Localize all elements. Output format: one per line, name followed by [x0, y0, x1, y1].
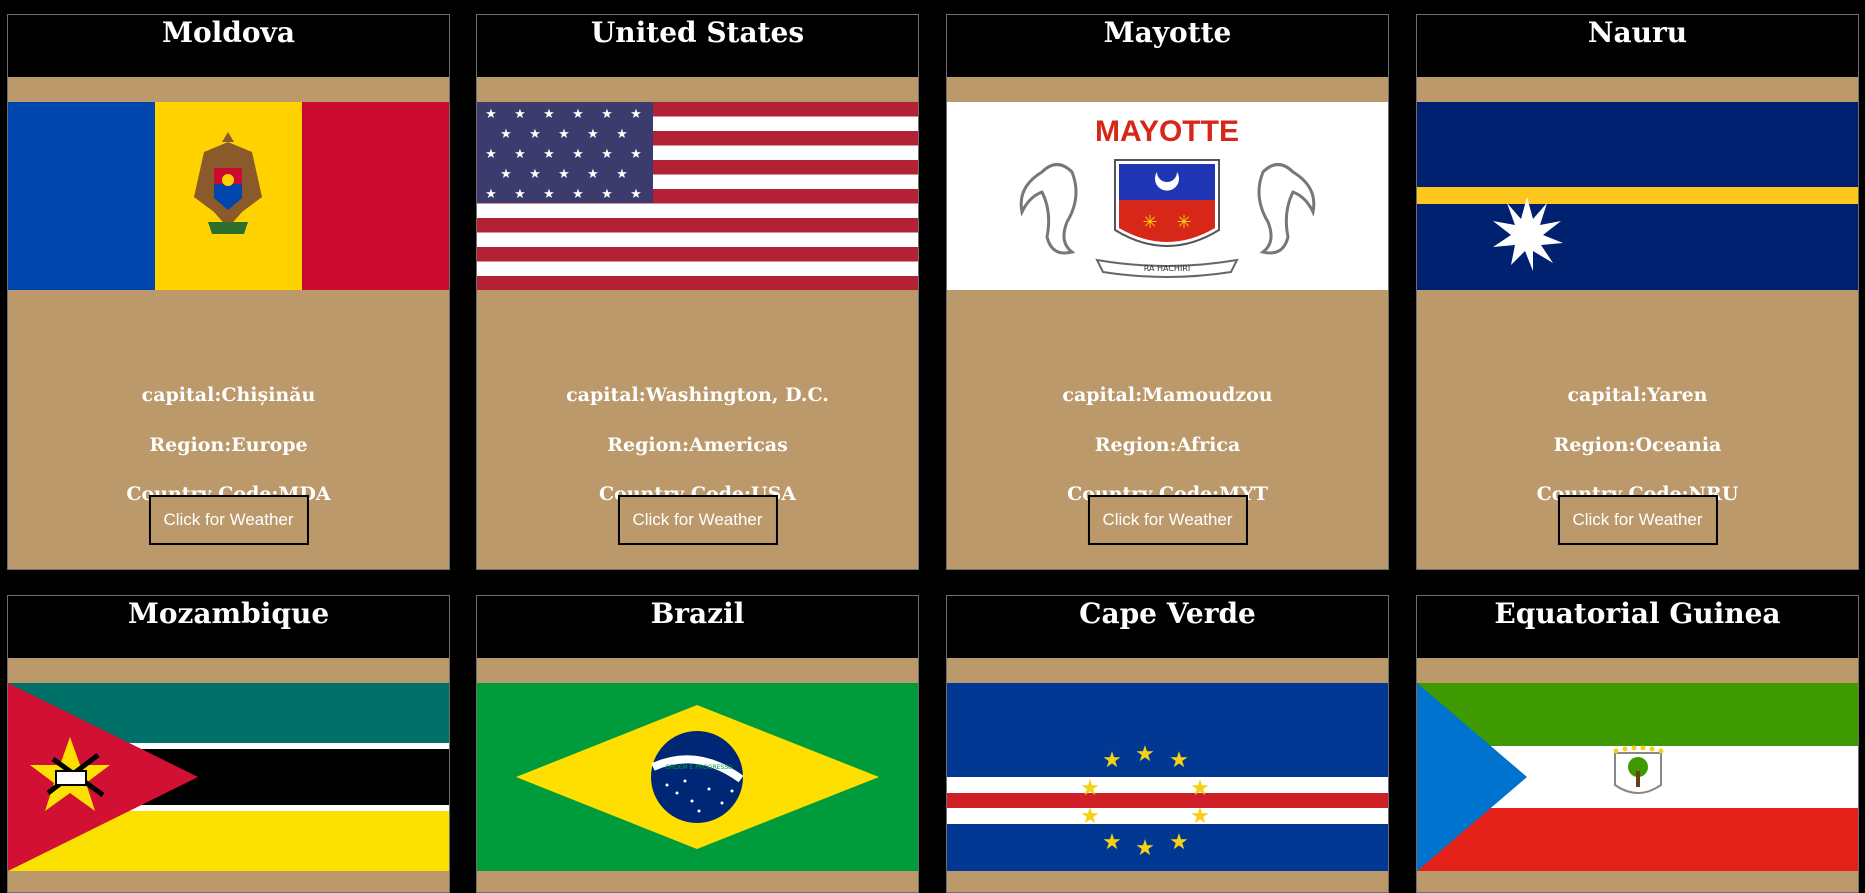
capital-text: capital:Mamoudzou — [1062, 384, 1273, 406]
svg-text:★: ★ — [616, 167, 628, 182]
brazil-flag-icon: ORDEM E PROGRESSO — [477, 683, 918, 871]
country-name: Nauru — [1417, 15, 1858, 77]
country-card-equatorial-guinea: Equatorial Guinea — [1416, 595, 1859, 893]
svg-text:★: ★ — [587, 167, 599, 182]
svg-text:★: ★ — [543, 187, 555, 202]
svg-text:★: ★ — [529, 127, 541, 142]
svg-text:★: ★ — [1169, 748, 1189, 773]
country-card-united-states: United States ★ ★ ★ ★ ★ ★ ★ ★ ★ ★ ★ ★ ★ ★ ★ ★ ★ ★ ★ ★ ★ ★ … — [476, 14, 919, 570]
region-text: Region:Europe — [149, 434, 308, 456]
svg-text:★: ★ — [616, 127, 628, 142]
svg-text:★: ★ — [1102, 830, 1122, 855]
svg-text:★: ★ — [601, 187, 613, 202]
svg-text:★: ★ — [1169, 830, 1189, 855]
country-card-mayotte: Mayotte MAYOTTE ✳ ✳ RA HACHIRI capital:M… — [946, 14, 1389, 570]
nauru-flag-icon — [1417, 102, 1858, 290]
capital-text: capital:Washington, D.C. — [566, 384, 829, 406]
country-name: Equatorial Guinea — [1417, 596, 1858, 658]
country-name: Brazil — [477, 596, 918, 658]
svg-text:★: ★ — [630, 107, 642, 122]
mayotte-flag-text: MAYOTTE — [1095, 115, 1239, 148]
equatorial-guinea-flag-icon — [1417, 683, 1858, 871]
cape-verde-flag-icon: ★ ★ ★ ★ ★ ★ ★ ★ ★ ★ — [947, 683, 1388, 871]
country-name: Mozambique — [8, 596, 449, 658]
capital-text: capital:Chișinău — [141, 384, 316, 406]
svg-text:★: ★ — [500, 127, 512, 142]
svg-text:★: ★ — [514, 107, 526, 122]
country-card-brazil: Brazil ORDEM E PROGRESSO — [476, 595, 919, 893]
svg-text:★: ★ — [485, 187, 497, 202]
svg-text:★: ★ — [572, 107, 584, 122]
country-card-moldova: Moldova capital:Chișinău Region:Europe C… — [7, 14, 450, 570]
svg-text:★: ★ — [514, 187, 526, 202]
svg-text:★: ★ — [543, 147, 555, 162]
svg-text:★: ★ — [601, 147, 613, 162]
mayotte-motto: RA HACHIRI — [1144, 264, 1190, 273]
svg-text:★: ★ — [1135, 836, 1155, 861]
country-name: Mayotte — [947, 15, 1388, 77]
svg-text:★: ★ — [1102, 748, 1122, 773]
moldova-flag-icon — [8, 102, 449, 290]
country-card-cape-verde: Cape Verde ★ ★ ★ ★ ★ ★ ★ ★ ★ ★ — [946, 595, 1389, 893]
svg-text:★: ★ — [558, 167, 570, 182]
country-card-mozambique: Mozambique — [7, 595, 450, 893]
weather-button[interactable]: Click for Weather — [617, 495, 778, 545]
svg-text:★: ★ — [572, 147, 584, 162]
svg-text:★: ★ — [572, 187, 584, 202]
svg-text:★: ★ — [630, 147, 642, 162]
svg-text:★: ★ — [630, 187, 642, 202]
svg-text:★: ★ — [1080, 804, 1100, 829]
capital-text: capital:Yaren — [1567, 384, 1708, 406]
region-text: Region:Oceania — [1553, 434, 1722, 456]
svg-text:★: ★ — [558, 127, 570, 142]
svg-text:★: ★ — [1190, 804, 1210, 829]
brazil-motto: ORDEM E PROGRESSO — [665, 764, 733, 771]
svg-text:✳: ✳ — [1142, 212, 1157, 233]
weather-button[interactable]: Click for Weather — [1087, 495, 1248, 545]
region-text: Region:Americas — [607, 434, 788, 456]
weather-button[interactable]: Click for Weather — [148, 495, 309, 545]
svg-text:★: ★ — [514, 147, 526, 162]
svg-text:★: ★ — [587, 127, 599, 142]
svg-text:★: ★ — [1080, 776, 1100, 801]
country-name: Moldova — [8, 15, 449, 77]
country-card-nauru: Nauru capital:Yaren Region:Oceania Count… — [1416, 14, 1859, 570]
country-name: Cape Verde — [947, 596, 1388, 658]
mozambique-flag-icon — [8, 683, 449, 871]
usa-flag-icon: ★ ★ ★ ★ ★ ★ ★ ★ ★ ★ ★ ★ ★ ★ ★ ★ ★ ★ ★ ★ ★ ★ ★ ★ ★ ★ ★ ★ — [477, 102, 918, 290]
country-name: United States — [477, 15, 918, 77]
svg-text:★: ★ — [1135, 742, 1155, 767]
mayotte-flag-icon: MAYOTTE ✳ ✳ RA HACHIRI — [947, 102, 1388, 290]
svg-text:★: ★ — [1190, 776, 1210, 801]
region-text: Region:Africa — [1094, 434, 1241, 456]
svg-text:★: ★ — [543, 107, 555, 122]
svg-text:★: ★ — [485, 107, 497, 122]
svg-text:✳: ✳ — [1176, 212, 1191, 233]
svg-text:★: ★ — [601, 107, 613, 122]
svg-text:★: ★ — [529, 167, 541, 182]
svg-text:★: ★ — [500, 167, 512, 182]
weather-button[interactable]: Click for Weather — [1557, 495, 1718, 545]
svg-text:★: ★ — [485, 147, 497, 162]
